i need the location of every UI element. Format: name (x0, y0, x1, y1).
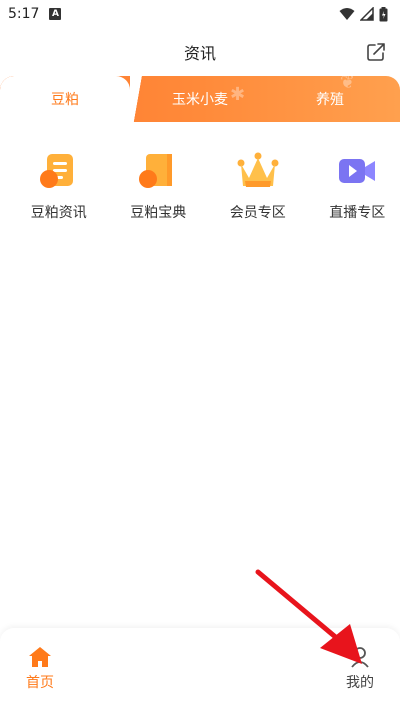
wifi-icon (339, 8, 355, 20)
category-live-stream[interactable]: 直播专区 (315, 150, 400, 222)
tab-label: 养殖 (316, 92, 344, 108)
status-bar: 5:17 A (0, 0, 400, 28)
category-soybean-news[interactable]: 豆粕资讯 (16, 150, 102, 222)
category-grid: 豆粕资讯 豆粕宝典 会员专区 直播专区 (0, 150, 400, 222)
nav-label: 首页 (26, 675, 54, 691)
status-time: 5:17 (8, 6, 40, 22)
home-icon (29, 647, 51, 667)
category-label: 会员专区 (229, 205, 286, 221)
tab-breeding[interactable]: 养殖 (290, 76, 370, 122)
share-icon (367, 43, 385, 61)
nav-home[interactable]: 首页 (10, 646, 70, 692)
book-icon (139, 154, 173, 188)
notification-badge: A (49, 8, 62, 20)
tab-label: 豆粕 (51, 92, 79, 108)
screen: 5:17 A 资讯 ✱ ❦ 豆粕 玉米小麦 养殖 豆粕资讯 豆粕宝典 会员专区 … (0, 0, 400, 711)
status-right (339, 6, 388, 22)
news-doc-icon (39, 154, 73, 188)
user-icon (351, 647, 369, 668)
battery-icon (379, 6, 388, 21)
tab-soybean-meal[interactable]: 豆粕 (0, 76, 148, 122)
video-camera-icon (339, 159, 376, 183)
page-title: 资讯 (183, 44, 216, 63)
category-label: 直播专区 (329, 205, 386, 221)
category-label: 豆粕资讯 (30, 205, 87, 221)
category-label: 豆粕宝典 (130, 205, 187, 221)
category-membership[interactable]: 会员专区 (215, 150, 301, 222)
tab-bar: ✱ ❦ 豆粕 玉米小麦 养殖 (0, 76, 400, 122)
status-left: 5:17 A (8, 6, 62, 22)
nav-label: 我的 (346, 675, 374, 691)
tab-corn-wheat[interactable]: 玉米小麦 (150, 76, 250, 122)
category-soybean-handbook[interactable]: 豆粕宝典 (116, 150, 202, 222)
tab-label: 玉米小麦 (172, 92, 228, 108)
bottom-nav: 首页 我的 (0, 628, 400, 711)
crown-icon (237, 152, 279, 187)
share-button[interactable] (364, 40, 388, 64)
header: 资讯 (0, 28, 400, 76)
signal-icon (360, 7, 374, 21)
nav-mine[interactable]: 我的 (330, 646, 390, 692)
